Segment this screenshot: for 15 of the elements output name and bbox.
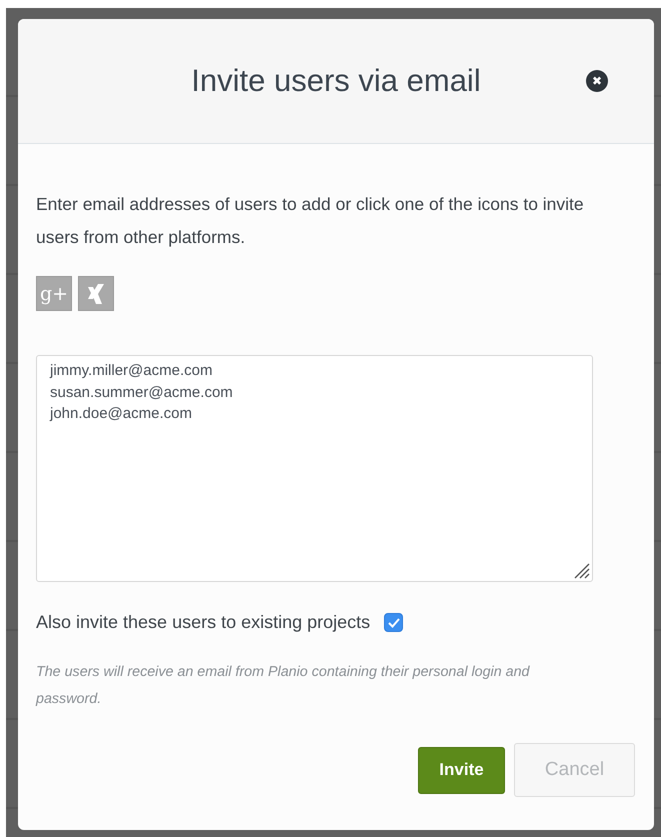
- email-address: john.doe@acme.com: [50, 404, 193, 424]
- dialog-title: Invite users via email: [191, 63, 481, 99]
- description-text: Enter email addresses of users to add or click one of the icons to invite users from other platforms.: [36, 193, 585, 249]
- note-text: The users will receive an email from Planio containing their personal login and password.: [36, 663, 531, 709]
- close-icon[interactable]: ✖: [586, 70, 608, 92]
- checkbox[interactable]: [384, 613, 404, 632]
- email-address: susan.summer@acme.com: [50, 382, 234, 402]
- check-icon: [388, 618, 400, 628]
- xing-button[interactable]: [78, 276, 114, 311]
- checkbox-label: Also invite these users to existing projects: [36, 612, 370, 633]
- invite-button[interactable]: Invite: [418, 746, 505, 794]
- email-field[interactable]: jimmy.miller@acme.com susan.summer@acme.com john.doe@acme.com: [36, 355, 593, 582]
- xing-icon: [85, 282, 107, 306]
- email-address: jimmy.miller@acme.com: [50, 361, 214, 381]
- google-plus-button[interactable]: g+: [36, 276, 72, 311]
